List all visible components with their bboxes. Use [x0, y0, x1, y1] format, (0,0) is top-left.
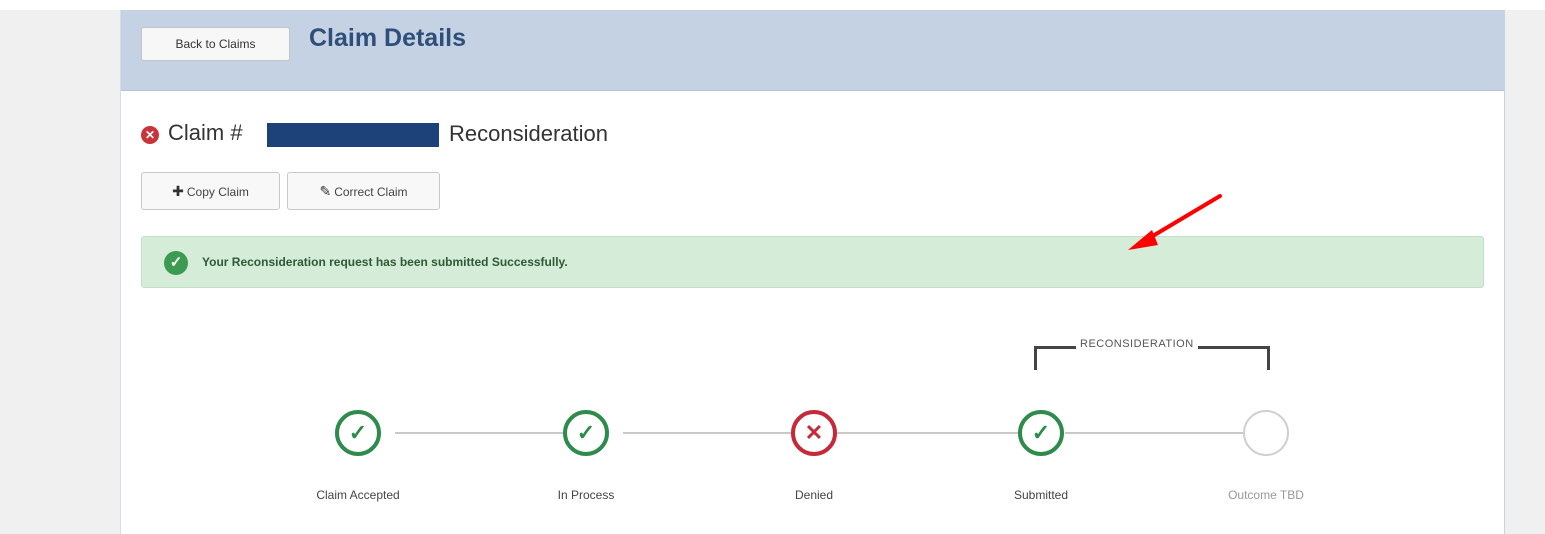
check-icon: ✓: [576, 420, 596, 445]
copy-claim-button[interactable]: ✚ Copy Claim: [141, 172, 280, 210]
error-x-icon: ✕: [141, 126, 159, 144]
correct-claim-button[interactable]: ✎ Correct Claim: [287, 172, 440, 210]
plus-icon: ✚: [172, 183, 184, 199]
pencil-icon: ✎: [319, 183, 332, 199]
timeline-connector: [623, 432, 809, 434]
right-gutter: [1505, 10, 1545, 534]
claim-type: Reconsideration: [449, 121, 608, 146]
step-submitted-status: ✓: [1018, 410, 1064, 456]
step-outcome-tbd-status: [1243, 410, 1289, 456]
timeline-connector: [1065, 432, 1250, 434]
step-outcome-tbd-label: Outcome TBD: [1228, 488, 1304, 502]
claim-number-label: Claim #: [168, 120, 243, 145]
redacted-claim-number: [267, 123, 439, 147]
check-icon: ✓: [1031, 420, 1051, 445]
success-message: Your Reconsideration request has been su…: [202, 255, 568, 269]
back-to-claims-button[interactable]: Back to Claims: [141, 27, 290, 61]
step-submitted-label: Submitted: [1013, 488, 1069, 502]
x-icon: ✕: [804, 420, 824, 445]
check-circle-icon: ✓: [164, 251, 188, 275]
timeline-connector: [837, 432, 1037, 434]
step-in-process-label: In Process: [557, 488, 615, 502]
check-icon: ✓: [348, 420, 368, 445]
step-claim-accepted-status: ✓: [335, 410, 381, 456]
panel-header: Back to Claims Claim Details: [121, 10, 1504, 91]
success-alert: ✓ Your Reconsideration request has been …: [141, 236, 1484, 288]
reconsideration-group-label: RECONSIDERATION: [1076, 338, 1198, 350]
step-denied-status: ✕: [791, 410, 837, 456]
annotation-arrow-icon: [1128, 194, 1222, 250]
step-in-process-status: ✓: [563, 410, 609, 456]
step-denied-label: Denied: [794, 488, 834, 502]
claim-details-panel: Back to Claims Claim Details ✕ Claim # R…: [120, 10, 1505, 534]
page-title: Claim Details: [309, 24, 467, 52]
step-claim-accepted-label: Claim Accepted: [316, 488, 400, 502]
correct-claim-label: Correct Claim: [334, 185, 408, 199]
copy-claim-label: Copy Claim: [186, 185, 249, 199]
left-gutter: [0, 10, 120, 534]
